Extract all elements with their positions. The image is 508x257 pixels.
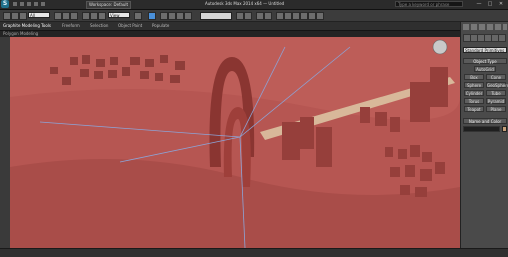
tab-selection[interactable]: Selection: [90, 23, 108, 29]
spinner-snap-icon[interactable]: [184, 12, 192, 20]
select-by-name-icon[interactable]: [62, 12, 70, 20]
utilities-tab-icon[interactable]: [503, 24, 507, 30]
percent-snap-icon[interactable]: [176, 12, 184, 20]
selection-filter-dropdown[interactable]: All: [28, 12, 50, 18]
object-color-swatch[interactable]: [502, 126, 507, 132]
tab-populate[interactable]: Populate: [152, 23, 169, 29]
tab-freeform[interactable]: Freeform: [62, 23, 80, 29]
tab-object-paint[interactable]: Object Paint: [118, 23, 142, 29]
sphere-button[interactable]: Sphere: [464, 82, 484, 88]
box-button[interactable]: Box: [464, 74, 484, 80]
command-panel: Standard Primitives Object Type AutoGrid…: [460, 22, 508, 248]
pyramid-button[interactable]: Pyramid: [486, 98, 506, 104]
category-dropdown[interactable]: Standard Primitives: [463, 47, 507, 53]
viewport-layout-bar: [0, 37, 10, 248]
minimize-button[interactable]: —: [474, 1, 484, 8]
save-file-icon[interactable]: [26, 1, 32, 7]
undo-toolbar-icon[interactable]: [3, 12, 11, 20]
render-production-icon[interactable]: [316, 12, 324, 20]
undo-icon[interactable]: [33, 1, 39, 7]
title-bar: S Workspace: Default Autodesk 3ds Max 20…: [0, 0, 508, 10]
reference-coordinate-dropdown[interactable]: View: [108, 12, 130, 18]
tab-graphite-modeling-tools[interactable]: Graphite Modeling Tools: [3, 23, 51, 29]
redo-icon[interactable]: [40, 1, 46, 7]
viewcube-icon: [432, 39, 448, 55]
material-editor-icon[interactable]: [292, 12, 300, 20]
link-icon[interactable]: [11, 12, 19, 20]
angle-snap-icon[interactable]: [168, 12, 176, 20]
named-selection-sets-dropdown[interactable]: [200, 12, 232, 20]
curve-editor-icon[interactable]: [276, 12, 284, 20]
pivot-icon[interactable]: [134, 12, 142, 20]
object-name-field[interactable]: [463, 126, 500, 132]
graphite-toggle-icon[interactable]: [264, 12, 272, 20]
motion-tab-icon[interactable]: [487, 24, 493, 30]
ribbon: Graphite Modeling Tools Freeform Selecti…: [0, 22, 460, 31]
new-file-icon[interactable]: [12, 1, 18, 7]
render-frame-icon[interactable]: [308, 12, 316, 20]
object-type-rollout[interactable]: Object Type: [463, 58, 507, 64]
hierarchy-tab-icon[interactable]: [479, 24, 485, 30]
select-object-icon[interactable]: [54, 12, 62, 20]
schematic-view-icon[interactable]: [284, 12, 292, 20]
render-setup-icon[interactable]: [300, 12, 308, 20]
autogrid-checkbox[interactable]: AutoGrid: [474, 66, 496, 72]
maximize-button[interactable]: □: [485, 1, 495, 8]
teapot-button[interactable]: Teapot: [464, 106, 484, 112]
torus-button[interactable]: Torus: [464, 98, 484, 104]
select-manipulate-icon[interactable]: [148, 12, 156, 20]
create-tab-icon[interactable]: [463, 24, 469, 30]
workspace-dropdown[interactable]: Workspace: Default: [86, 1, 132, 9]
rotate-icon[interactable]: [90, 12, 98, 20]
layer-manager-icon[interactable]: [256, 12, 264, 20]
mirror-icon[interactable]: [236, 12, 244, 20]
plane-button[interactable]: Plane: [486, 106, 506, 112]
cylinder-button[interactable]: Cylinder: [464, 90, 484, 96]
rectangular-selection-icon[interactable]: [70, 12, 78, 20]
unlink-icon[interactable]: [19, 12, 27, 20]
align-icon[interactable]: [244, 12, 252, 20]
main-toolbar: All View: [0, 10, 508, 22]
open-file-icon[interactable]: [19, 1, 25, 7]
perspective-viewport[interactable]: [10, 37, 460, 248]
close-button[interactable]: ✕: [496, 1, 506, 8]
window-title: Autodesk 3ds Max 2014 x64 — Untitled: [205, 1, 285, 6]
snap-toggle-icon[interactable]: [160, 12, 168, 20]
app-logo-icon[interactable]: S: [1, 0, 9, 8]
tube-button[interactable]: Tube: [486, 90, 506, 96]
space-warps-icon[interactable]: [498, 34, 506, 42]
display-tab-icon[interactable]: [495, 24, 501, 30]
scene-render: [10, 37, 460, 248]
geosphere-button[interactable]: GeoSphere: [486, 82, 508, 88]
cone-button[interactable]: Cone: [486, 74, 506, 80]
search-input[interactable]: Type a keyword or phrase: [395, 1, 463, 7]
name-and-color-rollout[interactable]: Name and Color: [463, 118, 507, 124]
modify-tab-icon[interactable]: [471, 24, 477, 30]
move-icon[interactable]: [82, 12, 90, 20]
scale-icon[interactable]: [98, 12, 106, 20]
